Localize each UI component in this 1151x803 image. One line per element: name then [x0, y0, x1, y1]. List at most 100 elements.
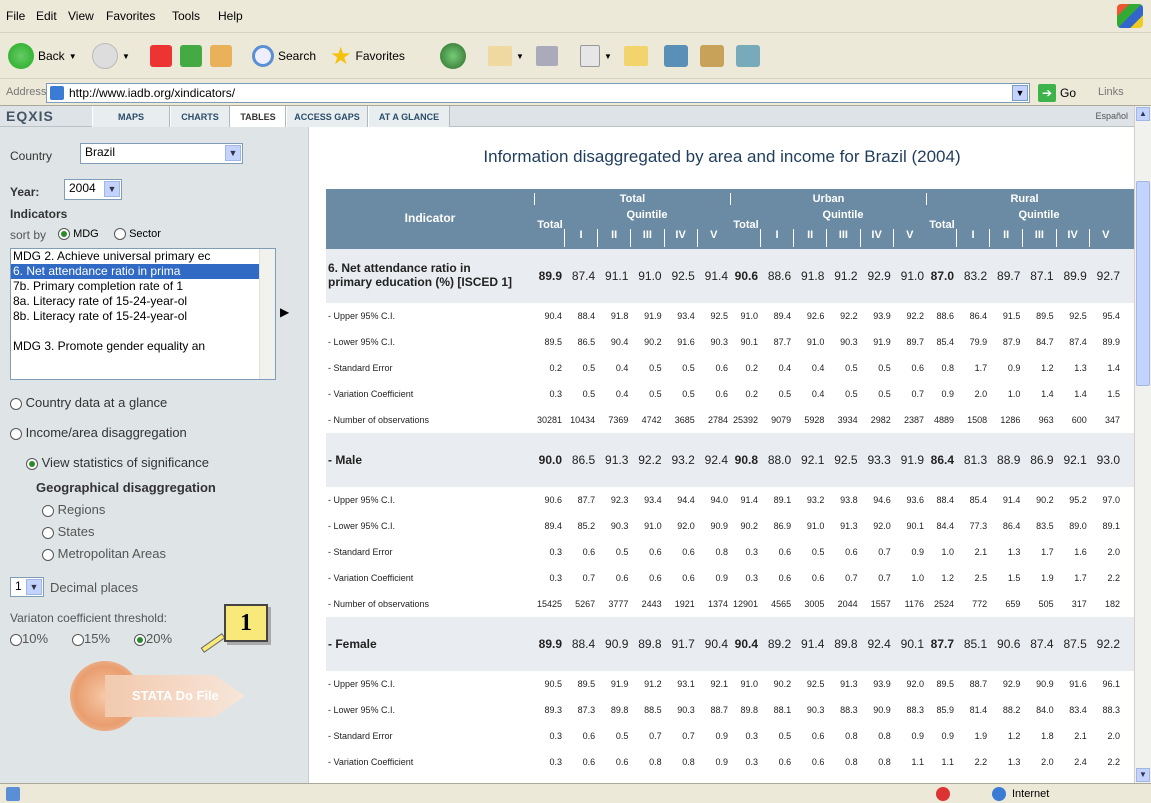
table-cell: 1.2: [1007, 731, 1021, 741]
table-cell: 91.3: [605, 453, 629, 467]
table-cell: 85.2: [577, 521, 596, 531]
mail-button[interactable]: ▼: [488, 42, 524, 70]
list-item[interactable]: [11, 324, 275, 339]
site-logo[interactable]: EQXIS: [6, 108, 54, 124]
scroll-down-icon[interactable]: ▼: [1136, 768, 1150, 782]
refresh-icon: [180, 45, 202, 67]
tab-tables[interactable]: TABLES: [230, 106, 286, 127]
table-cell: 92.5: [710, 311, 728, 321]
back-button[interactable]: Back ▼: [8, 42, 77, 70]
sortby-label: sort by: [10, 228, 47, 242]
geo-regions[interactable]: Regions: [42, 502, 105, 517]
year-select[interactable]: 2004 ▼: [64, 179, 122, 200]
edit-button[interactable]: ▼: [580, 42, 612, 70]
forward-button[interactable]: ▼: [92, 42, 130, 70]
mail-icon: [488, 46, 512, 66]
sort-sector-radio[interactable]: Sector: [114, 228, 161, 241]
research-button[interactable]: [700, 42, 724, 70]
menu-view[interactable]: View: [68, 9, 94, 23]
table-cell: 88.4: [577, 311, 596, 321]
table-cell: 0.8: [715, 547, 728, 557]
option-view-statistics[interactable]: View statistics of significance: [26, 455, 209, 470]
list-item[interactable]: 7b. Primary completion rate of 1: [11, 279, 275, 294]
table-cell: 0.6: [778, 757, 792, 767]
threshold-20[interactable]: 20%: [134, 631, 172, 646]
table-cell: 93.1: [677, 679, 695, 689]
refresh-button[interactable]: [180, 42, 202, 70]
favorites-button[interactable]: ★ Favorites: [330, 42, 405, 70]
quintile-column-header: III: [630, 229, 663, 247]
geo-metro[interactable]: Metropolitan Areas: [42, 546, 166, 561]
country-select[interactable]: Brazil ▼: [80, 143, 243, 164]
language-link[interactable]: Español: [1095, 111, 1128, 121]
messenger-button[interactable]: [664, 42, 688, 70]
table-cell: 92.7: [1096, 269, 1120, 283]
table-cell: 86.4: [1002, 521, 1021, 531]
table-cell: 90.4: [734, 637, 758, 651]
row-label: - Variation Coefficient: [328, 573, 414, 583]
scroll-thumb[interactable]: [1136, 181, 1150, 386]
table-cell: 5267: [575, 599, 596, 609]
folder-button[interactable]: [624, 42, 648, 70]
geo-states[interactable]: States: [42, 524, 94, 539]
links-button[interactable]: Links: [1098, 86, 1124, 98]
table-cell: 1374: [707, 599, 728, 609]
stata-do-file-button[interactable]: STATA Do File: [70, 661, 250, 731]
tab-maps[interactable]: MAPS: [92, 106, 170, 127]
table-row: - Lower 95% C.I. 89.5 86.5 90.4 90.2 91.6 90.3…: [326, 329, 1134, 355]
table-cell: 92.4: [704, 453, 728, 467]
menu-favorites[interactable]: Favorites: [106, 9, 155, 23]
decimals-select[interactable]: 1 ▼: [10, 577, 44, 597]
table-cell: 88.3: [1102, 705, 1120, 715]
table-cell: 30281: [536, 415, 562, 425]
table-cell: 0.6: [811, 731, 825, 741]
tab-charts[interactable]: CHARTS: [170, 106, 230, 127]
table-cell: 2387: [903, 415, 924, 425]
table-row: - Variation Coefficient 0.3 0.6 0.6 0.8 0.8 0.…: [326, 749, 1134, 775]
list-item[interactable]: MDG 2. Achieve universal primary ec: [11, 249, 275, 264]
indicator-listbox[interactable]: MDG 2. Achieve universal primary ec 6. N…: [10, 248, 276, 380]
expand-arrow-icon[interactable]: ▶: [280, 305, 289, 319]
go-button[interactable]: ➔ Go: [1038, 84, 1076, 102]
scroll-up-icon[interactable]: ▲: [1136, 107, 1150, 121]
address-input[interactable]: http://www.iadb.org/xindicators/ ▼: [46, 83, 1030, 103]
list-item[interactable]: 8a. Literacy rate of 15-24-year-ol: [11, 294, 275, 309]
menu-file[interactable]: File: [6, 9, 25, 23]
table-cell: 93.8: [840, 495, 858, 505]
tab-access-gaps[interactable]: ACCESS GAPS: [286, 106, 368, 127]
tab-at-a-glance[interactable]: AT A GLANCE: [368, 106, 450, 127]
stop-button[interactable]: [150, 42, 172, 70]
menu-help[interactable]: Help: [218, 9, 243, 23]
row-label: - Standard Error: [328, 363, 393, 373]
table-cell: 89.4: [544, 521, 562, 531]
list-item[interactable]: 8b. Literacy rate of 15-24-year-ol: [11, 309, 275, 324]
option-country-glance[interactable]: Country data at a glance: [10, 395, 167, 410]
year-value: 2004: [69, 181, 96, 195]
list-item-selected[interactable]: 6. Net attendance ratio in prima: [11, 264, 275, 279]
table-cell: 91.5: [1002, 311, 1021, 321]
menu-tools[interactable]: Tools: [172, 9, 200, 23]
listbox-scrollbar[interactable]: [259, 249, 275, 379]
home-button[interactable]: [210, 42, 232, 70]
users-button[interactable]: [736, 42, 760, 70]
row-label: - Lower 95% C.I.: [328, 705, 396, 715]
table-cell: 91.3: [840, 521, 858, 531]
page-scrollbar[interactable]: ▲ ▼: [1134, 106, 1151, 783]
table-cell: 90.1: [740, 337, 758, 347]
chevron-down-icon[interactable]: ▼: [1012, 85, 1028, 101]
table-cell: 2.2: [1107, 757, 1120, 767]
row-label: - Lower 95% C.I.: [328, 337, 396, 347]
history-button[interactable]: [440, 42, 466, 70]
table-cell: 91.3: [840, 679, 858, 689]
print-button[interactable]: [536, 42, 558, 70]
table-row: - Standard Error 0.3 0.6 0.5 0.7 0.7 0.9 0.3 0.5…: [326, 723, 1134, 749]
table-cell: 2.5: [974, 573, 988, 583]
list-item[interactable]: MDG 3. Promote gender equality an: [11, 339, 275, 354]
menu-edit[interactable]: Edit: [36, 9, 57, 23]
sort-mdg-radio[interactable]: MDG: [58, 228, 99, 241]
threshold-10[interactable]: 10%: [10, 631, 48, 646]
table-cell: 88.6: [936, 311, 954, 321]
option-income-area[interactable]: Income/area disaggregation: [10, 425, 187, 440]
search-button[interactable]: Search: [252, 42, 316, 70]
threshold-15[interactable]: 15%: [72, 631, 110, 646]
